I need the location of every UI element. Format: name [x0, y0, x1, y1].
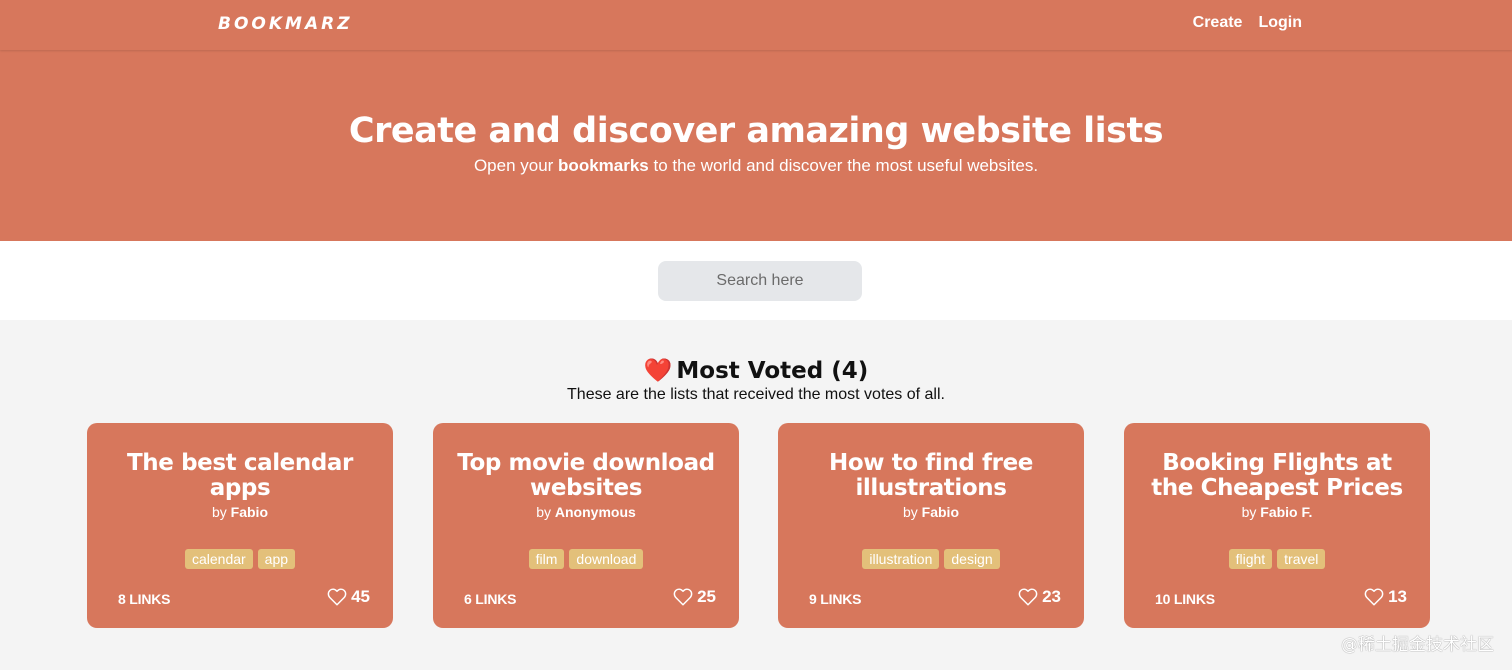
- card-author: Fabio: [921, 504, 960, 520]
- card-by-prefix: by: [211, 504, 227, 520]
- hero-subtitle: Open your bookmarks to the world and dis…: [0, 156, 1512, 176]
- card-author-line: by Fabio: [778, 504, 1084, 520]
- card-link-count: 6 LINKS: [464, 591, 517, 607]
- nav-links: Create Login: [1193, 14, 1302, 32]
- hero-title: Create and discover amazing website list…: [348, 111, 1164, 151]
- tag-badge[interactable]: design: [944, 549, 1000, 569]
- vote-count: 25: [697, 587, 716, 606]
- card-link-count: 10 LINKS: [1155, 591, 1215, 607]
- card-title[interactable]: Top movie download websites: [453, 451, 719, 501]
- tag-badge[interactable]: travel: [1277, 549, 1326, 569]
- card-author-line: by Anonymous: [433, 504, 739, 520]
- vote-count: 13: [1388, 587, 1407, 606]
- vote-count: 23: [1042, 587, 1061, 606]
- section-title: ❤️ Most Voted (4): [0, 357, 1512, 384]
- watermark: @稀土掘金技术社区: [1341, 635, 1494, 655]
- list-card[interactable]: How to find free illustrations by Fabio il…: [778, 423, 1084, 628]
- card-author: Fabio: [230, 504, 269, 520]
- vote-button[interactable]: 23: [1018, 587, 1061, 607]
- logo[interactable]: BOOKMARZ: [218, 14, 353, 34]
- card-tags: film download: [433, 549, 739, 569]
- card-author-line: by Fabio: [87, 504, 393, 520]
- hero-banner: Create and discover amazing website list…: [0, 50, 1512, 241]
- search-input[interactable]: [658, 261, 862, 301]
- tag-badge[interactable]: calendar: [184, 549, 253, 569]
- nav-login-link[interactable]: Login: [1258, 14, 1302, 32]
- section-title-text: Most Voted (4): [676, 358, 869, 384]
- vote-button[interactable]: 45: [327, 587, 370, 607]
- card-link-count: 9 LINKS: [809, 591, 862, 607]
- list-card[interactable]: Booking Flights at the Cheapest Prices by…: [1124, 423, 1430, 628]
- vote-count: 45: [351, 587, 370, 606]
- card-by-prefix: by: [1241, 504, 1257, 520]
- heart-outline-icon[interactable]: [1364, 588, 1384, 606]
- card-title[interactable]: The best calendar apps: [107, 451, 373, 501]
- card-tags: flight travel: [1124, 549, 1430, 569]
- search-section: [0, 241, 1512, 320]
- card-author: Anonymous: [554, 504, 636, 520]
- hero-subtitle-after: to the world and discover the most usefu…: [648, 156, 1039, 175]
- list-card[interactable]: The best calendar apps by Fabio calendar ap…: [87, 423, 393, 628]
- hero-subtitle-bold: bookmarks: [558, 156, 649, 175]
- section-subtitle: These are the lists that received the mo…: [567, 386, 945, 403]
- card-tags: calendar app: [87, 549, 393, 569]
- vote-button[interactable]: 25: [673, 587, 716, 607]
- vote-button[interactable]: 13: [1364, 587, 1407, 607]
- card-author: Fabio F.: [1260, 504, 1313, 520]
- card-author-line: by Fabio F.: [1124, 504, 1430, 520]
- card-link-count: 8 LINKS: [118, 591, 171, 607]
- tag-badge[interactable]: app: [257, 549, 296, 569]
- tag-badge[interactable]: flight: [1228, 549, 1273, 569]
- card-by-prefix: by: [536, 504, 551, 520]
- card-tags: illustration design: [778, 549, 1084, 569]
- heart-emoji-icon: ❤️: [643, 358, 673, 384]
- tag-badge[interactable]: illustration: [862, 549, 940, 569]
- hero-subtitle-before: Open your: [473, 156, 559, 175]
- heart-outline-icon[interactable]: [1018, 588, 1038, 606]
- tag-badge[interactable]: film: [528, 549, 565, 569]
- top-navbar: BOOKMARZ Create Login: [0, 0, 1512, 50]
- card-title[interactable]: Booking Flights at the Cheapest Prices: [1144, 451, 1410, 501]
- tag-badge[interactable]: download: [569, 549, 644, 569]
- list-card[interactable]: Top movie download websites by Anonymous f…: [433, 423, 739, 628]
- card-by-prefix: by: [902, 504, 918, 520]
- heart-outline-icon[interactable]: [673, 588, 693, 606]
- nav-create-link[interactable]: Create: [1193, 14, 1243, 32]
- heart-outline-icon[interactable]: [327, 588, 347, 606]
- card-title[interactable]: How to find free illustrations: [798, 451, 1064, 501]
